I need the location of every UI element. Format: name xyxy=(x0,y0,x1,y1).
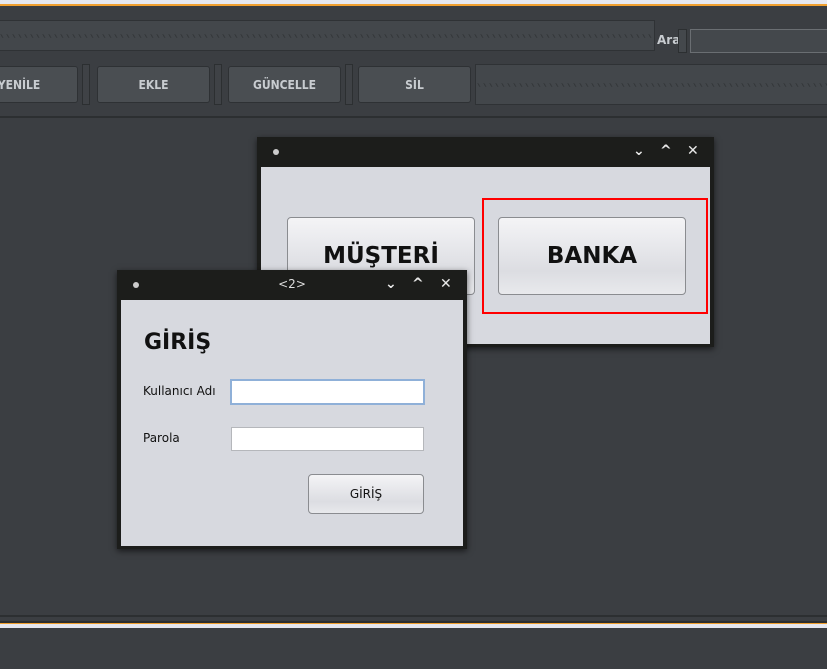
separator xyxy=(678,29,687,53)
close-icon[interactable]: ✕ xyxy=(687,143,699,159)
title-bar[interactable]: <2> ⌄ ^ ✕ xyxy=(117,270,467,300)
separator xyxy=(214,64,222,105)
window-menu-icon[interactable] xyxy=(273,149,279,155)
filter-panel xyxy=(0,20,655,51)
search-input[interactable] xyxy=(690,29,827,53)
minimize-icon[interactable]: ⌄ xyxy=(633,143,645,159)
toolbar-spacer xyxy=(475,64,827,105)
bank-button[interactable]: BANKA xyxy=(498,217,686,295)
delete-button[interactable]: SİL xyxy=(358,66,471,103)
minimize-icon[interactable]: ⌄ xyxy=(385,276,397,292)
title-bar[interactable]: ⌄ ^ ✕ xyxy=(257,137,714,167)
divider xyxy=(0,615,827,617)
password-input[interactable] xyxy=(231,427,424,451)
separator xyxy=(82,64,90,105)
close-icon[interactable]: ✕ xyxy=(440,276,452,292)
update-button[interactable]: GÜNCELLE xyxy=(228,66,341,103)
login-content: GİRİŞ Kullanıcı Adı Parola GİRİŞ xyxy=(121,300,463,546)
separator xyxy=(345,64,353,105)
bottom-border xyxy=(0,624,827,628)
maximize-icon[interactable]: ^ xyxy=(660,143,672,159)
divider xyxy=(0,116,827,118)
search-label: Ara xyxy=(657,33,681,47)
top-accent-line xyxy=(0,4,827,6)
add-button[interactable]: EKLE xyxy=(97,66,210,103)
username-input[interactable] xyxy=(230,379,425,405)
username-label: Kullanıcı Adı xyxy=(143,384,216,398)
password-label: Parola xyxy=(143,431,180,445)
login-heading: GİRİŞ xyxy=(144,330,212,355)
login-window: <2> ⌄ ^ ✕ GİRİŞ Kullanıcı Adı Parola GİR… xyxy=(117,270,467,549)
maximize-icon[interactable]: ^ xyxy=(412,276,424,292)
refresh-button[interactable]: YENİLE xyxy=(0,66,78,103)
login-button[interactable]: GİRİŞ xyxy=(308,474,424,514)
